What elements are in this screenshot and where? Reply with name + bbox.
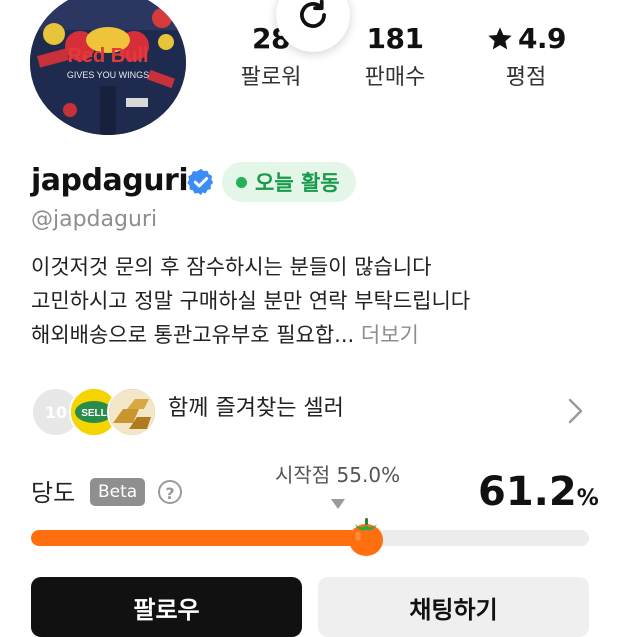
- avatar-brand: Red Bull: [67, 45, 148, 67]
- start-point-label: 시작점 55.0%: [275, 463, 401, 487]
- bio-line-text: 해외배송으로 통관고유부호 필요합...: [31, 323, 355, 347]
- bio-line: 고민하시고 정말 구매하실 분만 연락 부탁드립니다: [31, 289, 471, 313]
- sales-stat[interactable]: 181 판매수: [350, 20, 440, 94]
- sales-label: 판매수: [364, 65, 426, 90]
- seller-avatar-1-text: 10: [44, 402, 68, 422]
- red-bull-jacket-photo: Red Bull GIVES YOU WINGS: [30, 0, 186, 135]
- chevron-right-icon: [568, 398, 583, 424]
- favorite-sellers-label: 함께 즐겨찾는 셀러: [168, 396, 344, 421]
- favorite-sellers-row[interactable]: 10 SELL 함께 즐겨찾는 셀러: [31, 385, 591, 437]
- user-handle: @japdaguri: [31, 207, 158, 232]
- follow-button[interactable]: 팔로우: [31, 577, 302, 637]
- bio-line: 해외배송으로 통관고유부호 필요합... 더보기: [31, 318, 601, 352]
- avatar-slogan: GIVES YOU WINGS: [67, 70, 149, 80]
- verified-check-icon: [186, 167, 216, 197]
- persimmon-icon: [349, 518, 383, 556]
- active-dot-icon: [236, 176, 247, 188]
- gold-bars-image: [109, 389, 155, 435]
- help-icon[interactable]: ?: [158, 480, 182, 504]
- sweetness-label: 당도: [31, 479, 76, 507]
- sweetness-fill: [31, 530, 372, 546]
- seller-avatar-2-text: SELL: [81, 408, 107, 419]
- activity-badge: 오늘 활동: [222, 162, 356, 202]
- seller-avatar-3: [107, 387, 157, 437]
- refresh-icon: [300, 0, 326, 28]
- sweetness-value: 61.2%: [478, 468, 599, 523]
- rating-label: 평점: [505, 65, 547, 90]
- sweetness-unit: %: [576, 486, 599, 511]
- activity-badge-label: 오늘 활동: [255, 171, 340, 195]
- sales-count: 181: [366, 22, 424, 55]
- star-icon: [488, 27, 512, 50]
- bio-more-link[interactable]: 더보기: [361, 323, 419, 347]
- rating-stat[interactable]: 4.9 평점: [478, 20, 574, 94]
- bio: 이것저것 문의 후 잠수하시는 분들이 많습니다 고민하시고 정말 구매하실 분…: [31, 250, 601, 352]
- rating-value-row: 4.9: [478, 20, 574, 58]
- sweetness-number: 61.2: [478, 469, 577, 515]
- beta-badge: Beta: [90, 478, 146, 506]
- username: japdaguri: [31, 163, 189, 198]
- rating-value: 4.9: [517, 22, 567, 55]
- seller-avatar[interactable]: Red Bull GIVES YOU WINGS: [30, 0, 186, 135]
- chat-button[interactable]: 채팅하기: [318, 577, 589, 637]
- followers-label: 팔로워: [240, 65, 302, 90]
- start-marker-icon: [331, 499, 345, 509]
- bio-line: 이것저것 문의 후 잠수하시는 분들이 많습니다: [31, 255, 432, 279]
